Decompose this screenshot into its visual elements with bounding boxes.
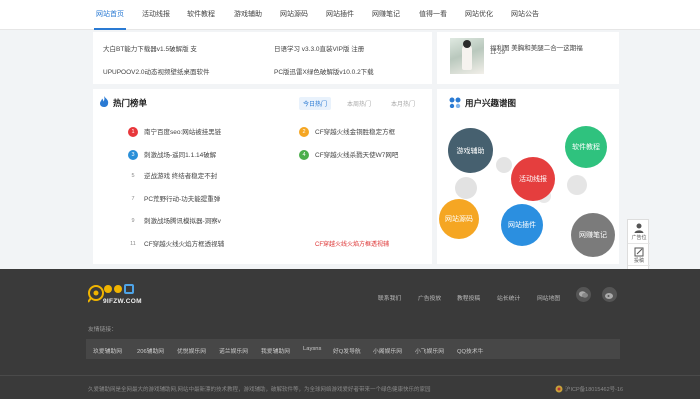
rank-number: 3 [128,150,138,161]
rank-title-partial[interactable]: CF穿越火线火焰方框透视辅 [315,239,389,248]
sidebar-ad-label: 广告位 [631,235,647,241]
police-badge-icon [555,385,563,393]
rank-item[interactable]: 7 PC荒野行动-功夫能提重弹 [128,193,220,204]
top-link[interactable]: PC版迅雷X绿色破解版v10.0.2下载 [274,66,374,76]
friend-link[interactable]: 我爱辅助网 [261,346,290,355]
nav-item-notes[interactable]: 网赚笔记 [371,0,401,30]
interest-section-title: 用户兴趣谱图 [465,98,517,108]
nav-item-seo[interactable]: 网站优化 [464,0,494,30]
hot-section-title: 热门榜单 [113,98,148,108]
bubble-site-source[interactable]: 网站源码 [439,199,479,239]
logo-wordmark-icon [104,283,138,295]
bubble-game-helper[interactable]: 游戏辅助 [448,128,493,173]
friend-link[interactable]: 诺兰娱乐网 [219,346,248,355]
sidebar-submit-button[interactable]: 投稿 [628,243,650,265]
rank-number: 9 [131,218,135,225]
friend-links-bar: 玖爱辅助网 206辅助网 优悦娱乐网 诺兰娱乐网 我爱辅助网 Laysns 好Q… [86,339,620,359]
bubble-site-plugin[interactable]: 网站插件 [501,204,543,246]
featured-date: 11-29 [490,50,505,56]
tab-week-hot[interactable]: 本周热门 [343,97,375,110]
rank-title: CF穿越火线火焰方框透视辅 [144,241,225,248]
top-link[interactable]: 日语学习 v3.3.0直装VIP版 注册 [274,43,364,53]
footer-link-stats[interactable]: 站长统计 [497,293,520,302]
rank-item[interactable]: 3 刺激战场-遥同1.1.14破解 [128,149,217,161]
bubble-earn-notes[interactable]: 网赚笔记 [571,213,615,257]
friend-link[interactable]: Laysns [303,346,321,352]
rank-number: 11 [130,241,136,248]
tab-today-hot[interactable]: 今日热门 [299,97,332,110]
friend-link[interactable]: 小飞娱乐网 [415,346,444,355]
nav-item-plugin[interactable]: 网站插件 [325,0,355,30]
decor-bubble [455,177,477,199]
wechat-button[interactable] [576,287,591,302]
top-links-panel: 大白BT能力下载器v1.5破解版 支 UPUPOOV2.0动态视频壁纸桌面软件 … [93,32,432,84]
footer: 9IFZW.COM 联系我们 广告投放 教程投稿 站长统计 网站地图 友情链接：… [0,269,700,399]
rank-title: 刺激战场-遥同1.1.14破解 [144,152,217,159]
top-link[interactable]: 大白BT能力下载器v1.5破解版 支 [103,43,197,53]
weibo-icon [605,293,613,299]
rank-title: CF穿越火线杀戮天使W7网吧 [315,152,399,159]
nav-item-home[interactable]: 网站首页 [94,0,126,30]
edit-icon [634,247,644,257]
top-nav: 网站首页 活动线报 软件教程 游戏辅助 网站源码 网站插件 网赚笔记 值得一看 … [0,0,700,30]
friend-link[interactable]: 优悦娱乐网 [177,346,206,355]
site-logo[interactable]: 9IFZW.COM [88,283,158,309]
rank-number: 1 [128,127,138,138]
top-link[interactable]: UPUPOOV2.0动态视频壁纸桌面软件 [103,66,210,76]
rank-title: PC荒野行动-功夫能提重弹 [144,196,221,203]
footer-divider [0,375,700,376]
footer-link-contact[interactable]: 联系我们 [378,293,401,302]
nav-item-activity[interactable]: 活动线报 [141,0,171,30]
rank-number: 7 [131,196,135,203]
friend-link[interactable]: 206辅助网 [137,346,164,355]
nav-item-game-helper[interactable]: 游戏辅助 [232,0,264,30]
rank-number: 5 [131,173,135,180]
rank-item[interactable]: 1 南宁百度seo:网站被挂黑链 [128,126,222,138]
bubble-software-tutorial[interactable]: 软件教程 [565,126,607,168]
network-icon [449,97,461,108]
nav-item-source[interactable]: 网站源码 [279,0,309,30]
nav-item-notice[interactable]: 网站公告 [510,0,540,30]
rank-item[interactable]: 2 CF穿越火线金铜胜稳定方框 [299,126,396,138]
friends-label: 友情链接： [88,327,117,333]
fire-icon [100,96,109,107]
rank-item[interactable]: 5 逆战游戏 终结者稳定不封 [128,170,217,181]
rank-item[interactable]: 4 CF穿越火线杀戮天使W7网吧 [299,149,399,161]
rank-title: CF穿越火线金铜胜稳定方框 [315,129,396,136]
rank-number: 4 [299,150,309,161]
friend-link[interactable]: 玖爱辅助网 [93,346,122,355]
interest-map-panel: 用户兴趣谱图 游戏辅助 软件教程 活动线报 网站源码 网站插件 网赚笔记 [437,89,619,264]
nav-item-worth[interactable]: 值得一看 [418,0,448,30]
tab-month-hot[interactable]: 本月热门 [387,97,419,110]
bubble-activity[interactable]: 活动线报 [511,157,555,201]
nav-item-tutorial[interactable]: 软件教程 [186,0,216,30]
hot-ranking-panel: 热门榜单 今日热门 本周热门 本月热门 1 南宁百度seo:网站被挂黑链 3 刺激战… [93,89,432,264]
footer-link-sitemap[interactable]: 网站地图 [537,293,560,302]
featured-thumbnail[interactable] [450,38,484,74]
icp-record[interactable]: 沪ICP备18015462号-16 [565,385,623,393]
rank-title: 刺激战场腾讯模拟器-洞察v [144,218,221,225]
logo-mark-icon [88,285,104,303]
footer-link-submit[interactable]: 教程投稿 [457,293,480,302]
friend-link[interactable]: QQ技术牛 [457,346,483,355]
user-icon [634,223,644,233]
rank-title: 南宁百度seo:网站被挂黑链 [144,129,222,136]
friend-link[interactable]: 好Q发导航 [333,346,361,355]
decor-bubble [496,157,512,173]
rank-item[interactable]: 11 CF穿越火线火焰方框透视辅 [128,238,224,249]
footer-link-ads[interactable]: 广告投放 [418,293,441,302]
rank-item[interactable]: 9 刺激战场腾讯模拟器-洞察v [128,215,221,226]
sidebar-submit-label: 投稿 [633,258,644,264]
footer-description: 久爱辅助网是全网最大的游戏辅助网,网站中最新漂的技术教程，游戏辅助，破解软件等，… [88,387,431,393]
rank-number: 2 [299,127,309,138]
sidebar-ad-button[interactable]: 广告位 [628,220,650,242]
decor-bubble [567,175,587,195]
wechat-icon [579,291,588,298]
rank-title: 逆战游戏 终结者稳定不封 [144,173,218,180]
logo-text: 9IFZW.COM [103,298,142,305]
featured-panel: 福利图 美胸和美腿二合一这期福 11-29 [437,32,619,84]
friend-link[interactable]: 小阁娱乐网 [373,346,402,355]
weibo-button[interactable] [602,287,617,302]
